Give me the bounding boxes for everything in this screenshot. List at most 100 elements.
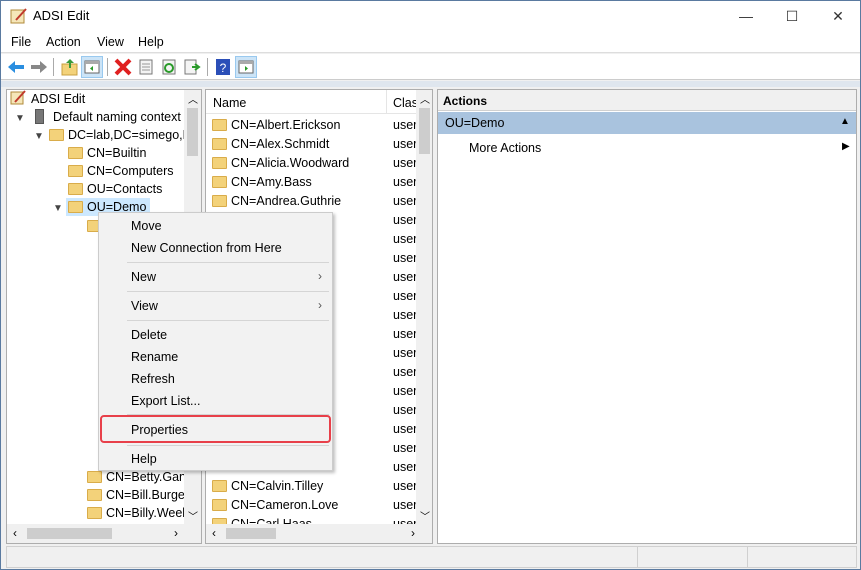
list-row-class: user xyxy=(393,251,418,265)
menu-item-delete[interactable]: Delete xyxy=(131,328,167,342)
scroll-thumb[interactable] xyxy=(187,108,198,156)
chevron-down-icon[interactable]: ▼ xyxy=(15,113,25,124)
menu-file[interactable]: File xyxy=(11,35,31,49)
scroll-thumb[interactable] xyxy=(226,528,276,539)
column-divider[interactable] xyxy=(386,90,387,114)
menu-view[interactable]: View xyxy=(97,35,124,49)
scroll-thumb[interactable] xyxy=(27,528,112,539)
close-button[interactable]: ✕ xyxy=(815,1,861,31)
list-row-class: user xyxy=(393,289,418,303)
show-hide-action-pane-icon[interactable] xyxy=(235,56,257,78)
tree-item-default-naming-context[interactable]: Default naming context [ xyxy=(33,108,188,126)
status-divider xyxy=(637,547,638,567)
list-row[interactable]: CN=Alicia.Woodward user xyxy=(206,154,418,172)
list-row[interactable]: CN=Calvin.Tilley user xyxy=(206,477,417,495)
tree-item-cn-bill[interactable]: CN=Bill.Burge xyxy=(87,486,185,504)
folder-icon xyxy=(87,489,102,501)
menu-item-rename[interactable]: Rename xyxy=(131,350,178,364)
minimize-button[interactable]: — xyxy=(723,1,769,31)
properties-icon[interactable] xyxy=(136,57,156,77)
menu-separator xyxy=(127,262,329,263)
collapse-triangle-icon[interactable]: ▲ xyxy=(840,116,850,127)
tree-item-cn-builtin[interactable]: CN=Builtin xyxy=(68,144,146,162)
adsi-edit-window: ADSI Edit — ☐ ✕ File Action View Help ? … xyxy=(0,0,861,570)
menu-item-new[interactable]: New xyxy=(131,270,156,284)
actions-section-ou-demo[interactable]: OU=Demo ▲ xyxy=(438,112,856,134)
chevron-down-icon[interactable]: ▼ xyxy=(53,203,63,214)
menu-bar: File Action View Help xyxy=(1,31,860,53)
tree-item-label: DC=lab,DC=simego,D xyxy=(68,128,192,142)
tree-root[interactable]: ADSI Edit xyxy=(10,90,85,108)
forward-icon[interactable] xyxy=(29,57,49,77)
show-hide-console-tree-icon[interactable] xyxy=(81,56,103,78)
list-row[interactable]: CN=Alex.Schmidt user xyxy=(206,135,417,153)
delete-icon[interactable] xyxy=(113,57,133,77)
tree-item-label: CN=Builtin xyxy=(87,146,147,160)
list-row-class: user xyxy=(393,384,418,398)
menu-item-view[interactable]: View xyxy=(131,299,158,313)
maximize-button[interactable]: ☐ xyxy=(769,1,815,31)
menu-action[interactable]: Action xyxy=(46,35,81,49)
list-row-name-text: CN=Alex.Schmidt xyxy=(231,137,330,151)
submenu-arrow-icon: › xyxy=(318,269,322,283)
tree-item-ou-contacts[interactable]: OU=Contacts xyxy=(68,180,162,198)
column-header-class[interactable]: Clas xyxy=(393,96,418,110)
scroll-down-icon[interactable]: ﹀ xyxy=(420,508,430,523)
adsi-edit-icon xyxy=(10,90,26,105)
toolbar: ? xyxy=(1,54,860,80)
scroll-right-icon[interactable]: › xyxy=(174,526,178,540)
list-row-name-text: CN=Andrea.Guthrie xyxy=(231,194,342,208)
menu-item-new-connection[interactable]: New Connection from Here xyxy=(131,241,282,255)
tree-root-label: ADSI Edit xyxy=(31,92,86,106)
menu-item-move[interactable]: Move xyxy=(131,219,162,233)
tree-item-cn-computers[interactable]: CN=Computers xyxy=(68,162,174,180)
list-row-class: user xyxy=(393,365,418,379)
tree-item-dc-lab[interactable]: DC=lab,DC=simego,D xyxy=(49,126,192,144)
list-vertical-scrollbar[interactable]: ︿ ﹀ xyxy=(416,90,432,524)
menu-item-help[interactable]: Help xyxy=(131,452,157,466)
submenu-arrow-icon: › xyxy=(318,298,322,312)
list-horizontal-scrollbar[interactable]: ‹ › xyxy=(206,524,432,543)
menu-item-refresh[interactable]: Refresh xyxy=(131,372,175,386)
toolbar-separator xyxy=(107,58,108,76)
scroll-right-icon[interactable]: › xyxy=(411,526,415,540)
tree-item-label: CN=Betty.Gan xyxy=(106,470,187,484)
menu-item-export-list[interactable]: Export List... xyxy=(131,394,200,408)
menu-help[interactable]: Help xyxy=(138,35,164,49)
scroll-left-icon[interactable]: ‹ xyxy=(212,526,216,540)
column-header-name[interactable]: Name xyxy=(213,96,246,110)
list-row[interactable]: CN=Cameron.Love user xyxy=(206,496,417,514)
export-list-icon[interactable] xyxy=(182,57,202,77)
back-icon[interactable] xyxy=(6,57,26,77)
actions-title: Actions xyxy=(443,94,488,108)
chevron-down-icon[interactable]: ▼ xyxy=(34,131,44,142)
scroll-up-icon[interactable]: ︿ xyxy=(420,91,430,106)
tree-item-cn-billy[interactable]: CN=Billy.Weel xyxy=(87,504,185,522)
help-icon[interactable]: ? xyxy=(213,57,233,77)
list-row-class: user xyxy=(393,441,418,455)
submenu-arrow-icon: ▶ xyxy=(842,141,850,152)
refresh-icon[interactable] xyxy=(159,57,179,77)
folder-icon xyxy=(212,119,227,131)
action-more-actions[interactable]: More Actions ▶ xyxy=(438,138,856,158)
scroll-down-icon[interactable]: ﹀ xyxy=(188,508,198,523)
list-row-name: CN=Calvin.Tilley xyxy=(212,477,323,495)
toolbar-separator xyxy=(53,58,54,76)
list-row-class: user xyxy=(393,156,418,170)
actions-section-label: OU=Demo xyxy=(445,116,505,130)
scroll-up-icon[interactable]: ︿ xyxy=(188,91,198,106)
list-row[interactable]: CN=Andrea.Guthrie user xyxy=(206,192,417,210)
status-divider xyxy=(747,547,748,567)
list-row-name: CN=Alicia.Woodward xyxy=(212,154,349,172)
list-header: Name Clas xyxy=(206,90,418,114)
scroll-thumb[interactable] xyxy=(419,108,430,154)
scroll-left-icon[interactable]: ‹ xyxy=(13,526,17,540)
folder-icon xyxy=(212,138,227,150)
tree-horizontal-scrollbar[interactable]: ‹ › xyxy=(7,524,201,543)
list-row[interactable]: CN=Albert.Erickson user xyxy=(206,116,417,134)
up-folder-icon[interactable] xyxy=(60,57,80,77)
action-label: More Actions xyxy=(469,141,542,155)
list-row-name: CN=Alex.Schmidt xyxy=(212,135,329,153)
folder-icon xyxy=(49,129,64,141)
list-row[interactable]: CN=Amy.Bass user xyxy=(206,173,417,191)
